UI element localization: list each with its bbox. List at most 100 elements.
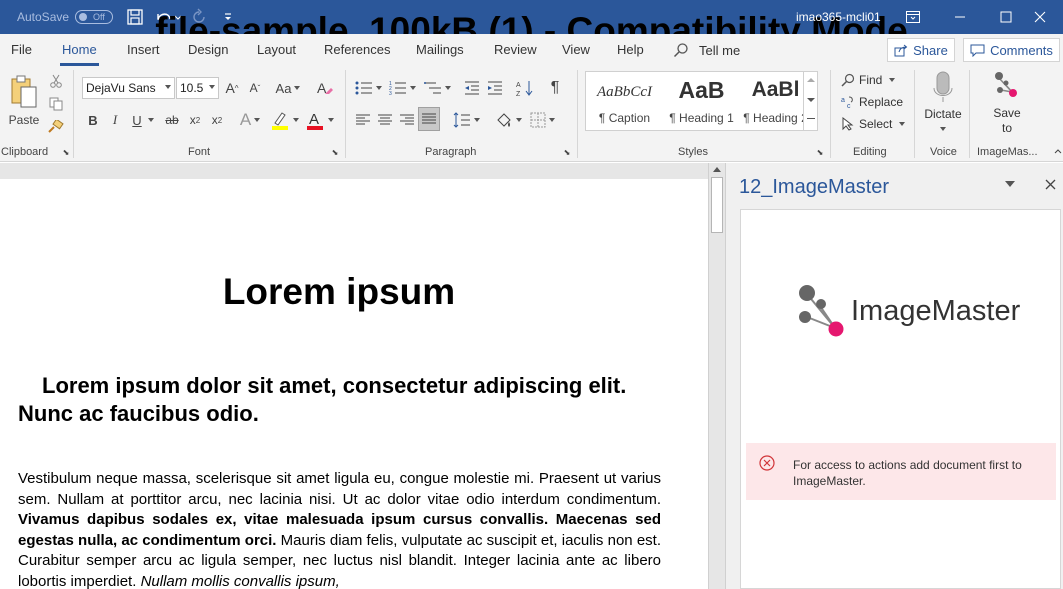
redo-icon[interactable] bbox=[189, 8, 209, 26]
paragraph-launcher-icon[interactable]: ⬊ bbox=[563, 148, 571, 157]
tab-layout[interactable]: Layout bbox=[257, 42, 296, 57]
font-size-select[interactable]: 10.5 bbox=[176, 77, 219, 99]
font-name-select[interactable]: DejaVu Sans bbox=[82, 77, 175, 99]
align-right-icon[interactable] bbox=[397, 109, 417, 131]
document-area: Lorem ipsum Lorem ipsum dolor sit amet, … bbox=[0, 163, 725, 589]
replace-icon: ac bbox=[841, 96, 853, 109]
borders-icon[interactable] bbox=[526, 109, 558, 131]
strikethrough-icon[interactable]: ab bbox=[162, 109, 182, 131]
style-heading-2[interactable]: AaBl ¶ Heading 2 bbox=[738, 72, 813, 130]
dictate-label: Dictate bbox=[924, 107, 962, 121]
tab-design[interactable]: Design bbox=[188, 42, 228, 57]
select-label: Select bbox=[859, 117, 893, 131]
save-to-imagemaster-button[interactable]: Save to bbox=[984, 70, 1030, 142]
clear-formatting-icon[interactable]: A bbox=[314, 77, 336, 99]
bold-button[interactable]: B bbox=[84, 109, 102, 131]
collapse-ribbon-icon[interactable] bbox=[1053, 146, 1063, 156]
tab-help[interactable]: Help bbox=[617, 42, 644, 57]
svg-text:3: 3 bbox=[389, 91, 392, 96]
tab-review[interactable]: Review bbox=[494, 42, 537, 57]
styles-scroll-up-icon[interactable] bbox=[807, 78, 815, 82]
close-window-icon[interactable] bbox=[1017, 0, 1063, 34]
highlight-color-icon[interactable] bbox=[268, 109, 300, 131]
tab-references[interactable]: References bbox=[324, 42, 390, 57]
pane-options-icon[interactable] bbox=[1003, 177, 1017, 191]
save-icon[interactable] bbox=[125, 8, 145, 26]
line-spacing-icon[interactable] bbox=[450, 109, 482, 131]
style-heading-1-name: ¶ Heading 1 bbox=[669, 111, 734, 125]
tab-file[interactable]: File bbox=[11, 42, 32, 57]
document-scrollbar[interactable] bbox=[708, 163, 725, 589]
user-account[interactable]: imao365-mcli01 bbox=[796, 10, 881, 24]
format-painter-icon[interactable] bbox=[46, 117, 66, 137]
dictate-button[interactable]: Dictate bbox=[921, 70, 965, 142]
grow-font-icon[interactable]: A ^ bbox=[223, 77, 241, 99]
shrink-font-icon[interactable]: Aˇ bbox=[246, 77, 264, 99]
voice-group-label: Voice bbox=[930, 146, 957, 158]
show-formatting-marks-icon[interactable]: ¶ bbox=[545, 77, 565, 99]
sort-icon[interactable]: AZ bbox=[515, 77, 535, 99]
shading-icon[interactable] bbox=[493, 109, 523, 131]
font-size-value: 10.5 bbox=[180, 81, 204, 95]
tab-home[interactable]: Home bbox=[60, 42, 99, 66]
style-heading-1[interactable]: AaB ¶ Heading 1 bbox=[664, 72, 739, 130]
superscript-icon[interactable]: x2 bbox=[208, 109, 226, 131]
tab-insert[interactable]: Insert bbox=[127, 42, 160, 57]
autosave-label: AutoSave bbox=[17, 10, 70, 24]
comments-label: Comments bbox=[990, 42, 1053, 58]
style-heading-2-preview: AaBl bbox=[751, 78, 800, 101]
comments-button[interactable]: Comments bbox=[963, 38, 1060, 62]
ribbon-display-options-icon[interactable] bbox=[890, 0, 936, 34]
text-effects-icon[interactable]: A bbox=[236, 109, 264, 131]
svg-text:a: a bbox=[841, 97, 845, 104]
styles-scroll[interactable] bbox=[803, 71, 818, 131]
align-left-icon[interactable] bbox=[353, 109, 373, 131]
change-case-icon[interactable]: Aa bbox=[274, 77, 302, 99]
style-heading-2-name: ¶ Heading 2 bbox=[743, 111, 808, 125]
tab-view[interactable]: View bbox=[562, 42, 590, 57]
paste-button[interactable]: Paste bbox=[6, 71, 42, 131]
copy-icon[interactable] bbox=[46, 94, 66, 114]
justify-icon[interactable] bbox=[418, 107, 440, 131]
document-page[interactable]: Lorem ipsum Lorem ipsum dolor sit amet, … bbox=[0, 179, 708, 589]
tab-mailings[interactable]: Mailings bbox=[416, 42, 464, 57]
customize-toolbar-icon[interactable] bbox=[221, 8, 235, 26]
style-caption[interactable]: AaBbCcI ¶ Caption bbox=[587, 72, 662, 130]
tell-me-search[interactable]: Tell me bbox=[673, 42, 740, 58]
decrease-indent-icon[interactable] bbox=[462, 77, 482, 99]
font-launcher-icon[interactable]: ⬊ bbox=[331, 148, 339, 157]
save-to-line2: to bbox=[1001, 121, 1012, 135]
minimize-icon[interactable] bbox=[937, 0, 983, 34]
find-button[interactable]: Find bbox=[841, 70, 896, 90]
undo-icon[interactable] bbox=[154, 8, 182, 26]
scroll-up-icon[interactable] bbox=[713, 167, 721, 172]
paste-icon bbox=[11, 75, 37, 108]
scroll-thumb[interactable] bbox=[711, 177, 723, 233]
clipboard-launcher-icon[interactable]: ⬊ bbox=[62, 148, 70, 157]
align-center-icon[interactable] bbox=[375, 109, 395, 131]
pane-close-icon[interactable] bbox=[1042, 176, 1058, 192]
autosave-toggle[interactable]: AutoSave Off bbox=[17, 10, 114, 24]
paste-label: Paste bbox=[8, 113, 40, 127]
autosave-switch[interactable]: Off bbox=[75, 10, 114, 24]
pane-title: 12_ImageMaster bbox=[739, 176, 890, 198]
styles-launcher-icon[interactable]: ⬊ bbox=[816, 148, 824, 157]
increase-indent-icon[interactable] bbox=[485, 77, 505, 99]
select-button[interactable]: Select bbox=[841, 114, 906, 134]
document-heading-title: Lorem ipsum bbox=[222, 271, 456, 312]
body-text-italic: Nullam mollis convallis ipsum, bbox=[140, 572, 340, 589]
numbering-icon[interactable]: 123 bbox=[386, 77, 418, 99]
cut-icon[interactable] bbox=[46, 71, 66, 91]
subscript-icon[interactable]: x2 bbox=[186, 109, 204, 131]
font-color-icon[interactable]: A bbox=[303, 109, 335, 131]
replace-button[interactable]: ac Replace bbox=[841, 92, 903, 112]
styles-more-icon[interactable] bbox=[807, 118, 815, 119]
underline-dropdown-icon[interactable] bbox=[146, 109, 156, 131]
styles-scroll-down-icon[interactable] bbox=[807, 98, 815, 102]
cursor-icon bbox=[842, 117, 854, 131]
share-button[interactable]: Share bbox=[887, 38, 955, 62]
italic-button[interactable]: I bbox=[106, 109, 124, 131]
multilevel-list-icon[interactable] bbox=[421, 77, 453, 99]
underline-button[interactable]: U bbox=[128, 109, 146, 131]
bullets-icon[interactable] bbox=[352, 77, 384, 99]
